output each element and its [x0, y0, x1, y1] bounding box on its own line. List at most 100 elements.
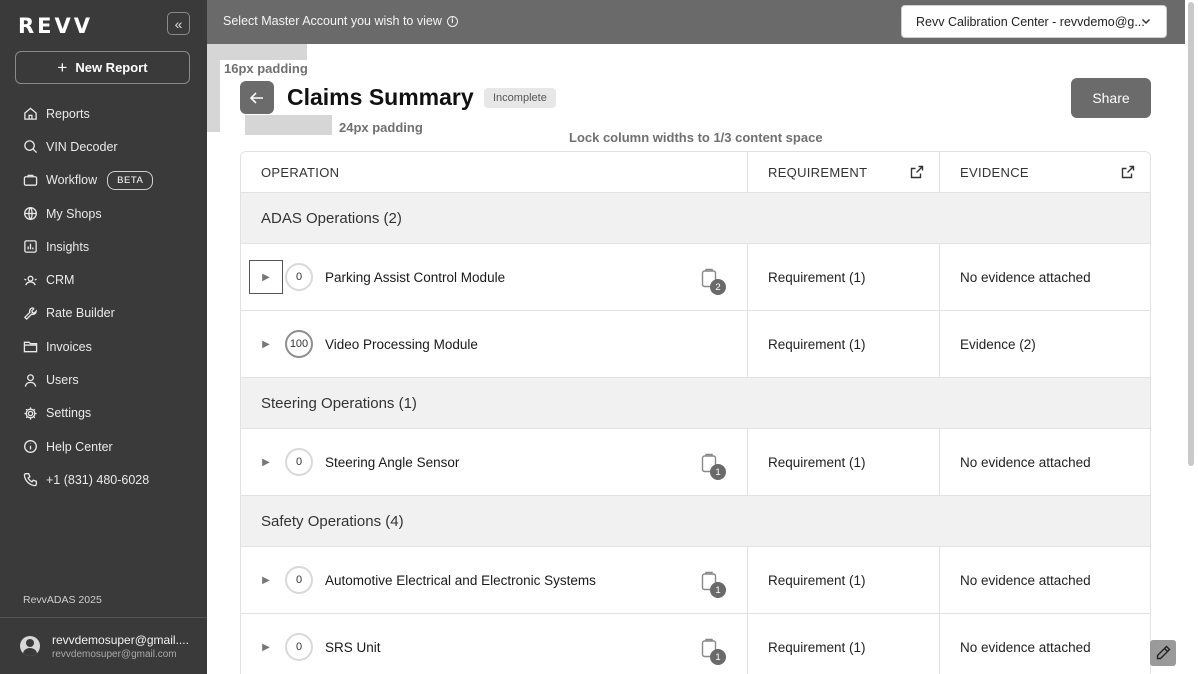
status-badge: Incomplete — [484, 88, 556, 108]
operation-name: Parking Assist Control Module — [325, 269, 506, 285]
user-account-menu[interactable]: revvdemosuper@gmail.... revvdemosuper@gm… — [0, 618, 207, 674]
master-account-label-text: Select Master Account you wish to view — [223, 14, 442, 28]
sidebar-item-rate-builder[interactable]: Rate Builder — [0, 297, 207, 330]
requirement-cell[interactable]: Requirement (1) — [747, 311, 939, 377]
external-link-icon[interactable] — [909, 164, 925, 180]
column-header-operation: OPERATION — [261, 164, 340, 180]
completion-score: 0 — [285, 448, 313, 476]
column-header-evidence: EVIDENCE — [939, 152, 1150, 192]
user-name: revvdemosuper@gmail.... — [52, 632, 189, 647]
clipboard-icon[interactable]: 1 — [701, 453, 726, 480]
collapse-sidebar-button[interactable]: « — [167, 12, 190, 35]
page-scrollbar[interactable] — [1185, 0, 1198, 674]
scrollbar-thumb[interactable] — [1188, 2, 1194, 466]
wrench-icon — [23, 306, 38, 321]
master-account-value: Revv Calibration Center - revvdemo@g... — [916, 14, 1145, 29]
sidebar-item-workflow[interactable]: Workflow BETA — [0, 164, 207, 197]
triangle-right-icon: ▶ — [262, 271, 270, 283]
padding-24-note: 24px padding — [339, 120, 423, 135]
operation-name: Steering Angle Sensor — [325, 454, 460, 470]
expand-row-button[interactable]: ▶ — [249, 630, 283, 664]
evidence-cell[interactable]: No evidence attached — [939, 244, 1150, 310]
padding-overlay-left — [207, 60, 220, 132]
table-header: OPERATION REQUIREMENT EVIDENCE — [241, 152, 1150, 193]
column-header-evidence-label: EVIDENCE — [960, 164, 1029, 180]
globe-icon — [23, 206, 38, 221]
plus-icon: + — [57, 58, 68, 77]
gear-icon — [23, 406, 38, 421]
table-row[interactable]: ▶ 0 Steering Angle Sensor 1 Requirement … — [241, 429, 1150, 496]
evidence-cell[interactable]: No evidence attached — [939, 614, 1150, 674]
triangle-right-icon: ▶ — [262, 574, 270, 586]
sidebar-item-label: Workflow — [46, 173, 98, 188]
sidebar-item-users[interactable]: Users — [0, 363, 207, 396]
padding-overlay-bottom — [245, 115, 332, 135]
expand-row-button[interactable]: ▶ — [249, 445, 283, 479]
chevron-down-icon — [1140, 15, 1152, 27]
clipboard-icon[interactable]: 2 — [701, 268, 726, 295]
sidebar-nav: Reports VIN Decoder Workflow BETA My Sho… — [0, 97, 207, 497]
external-link-icon[interactable] — [1120, 164, 1136, 180]
new-report-label: New Report — [75, 60, 148, 75]
requirement-cell[interactable]: Requirement (1) — [747, 547, 939, 613]
clipboard-icon[interactable]: 1 — [701, 571, 726, 598]
sidebar-item-label: Users — [46, 373, 79, 388]
sidebar: REVV « + New Report Reports VIN Decoder … — [0, 0, 207, 674]
sidebar-item-crm[interactable]: CRM — [0, 263, 207, 296]
evidence-cell[interactable]: Evidence (2) — [939, 311, 1150, 377]
completion-score: 0 — [285, 566, 313, 594]
sidebar-item-invoices[interactable]: Invoices — [0, 330, 207, 363]
completion-score: 100 — [285, 330, 313, 358]
app-version: RevvADAS 2025 — [23, 594, 102, 606]
eyedropper-tool-button[interactable] — [1150, 640, 1176, 666]
info-icon[interactable]: i — [446, 15, 458, 27]
padding-overlay-top — [207, 44, 307, 60]
share-button[interactable]: Share — [1071, 78, 1151, 118]
expand-row-button[interactable]: ▶ — [249, 563, 283, 597]
expand-row-button[interactable]: ▶ — [249, 260, 283, 294]
sidebar-item-label: VIN Decoder — [46, 139, 118, 154]
attachment-count: 1 — [710, 582, 726, 598]
new-report-button[interactable]: + New Report — [15, 51, 190, 84]
clipboard-icon[interactable]: 1 — [701, 638, 726, 665]
phone-icon — [23, 472, 38, 487]
sidebar-item-help-center[interactable]: Help Center — [0, 430, 207, 463]
expand-row-button[interactable]: ▶ — [249, 327, 283, 361]
evidence-cell[interactable]: No evidence attached — [939, 547, 1150, 613]
evidence-cell[interactable]: No evidence attached — [939, 429, 1150, 495]
master-account-select[interactable]: Revv Calibration Center - revvdemo@g... — [901, 5, 1167, 38]
sidebar-item-label: Insights — [46, 239, 90, 254]
sidebar-item-settings[interactable]: Settings — [0, 397, 207, 430]
sidebar-item-vin-decoder[interactable]: VIN Decoder — [0, 130, 207, 163]
requirement-cell[interactable]: Requirement (1) — [747, 614, 939, 674]
home-icon — [23, 106, 38, 121]
requirement-cell[interactable]: Requirement (1) — [747, 429, 939, 495]
table-row[interactable]: ▶ 0 Automotive Electrical and Electronic… — [241, 547, 1150, 614]
padding-16-note: 16px padding — [224, 61, 308, 76]
table-row[interactable]: ▶ 0 Parking Assist Control Module 2 Requ… — [241, 244, 1150, 311]
requirement-cell[interactable]: Requirement (1) — [747, 244, 939, 310]
arrow-left-icon — [249, 91, 263, 104]
sidebar-item-my-shops[interactable]: My Shops — [0, 197, 207, 230]
group-row-safety: Safety Operations (4) — [241, 496, 1150, 547]
sidebar-item-label: CRM — [46, 273, 75, 288]
back-button[interactable] — [240, 81, 274, 114]
sidebar-item-label: Settings — [46, 406, 92, 421]
group-row-adas: ADAS Operations (2) — [241, 193, 1150, 244]
table-row[interactable]: ▶ 0 SRS Unit 1 Requirement (1) No eviden… — [241, 614, 1150, 674]
triangle-right-icon: ▶ — [262, 456, 270, 468]
revv-logo[interactable]: REVV — [18, 14, 93, 38]
beta-badge: BETA — [107, 170, 154, 190]
completion-score: 0 — [285, 263, 313, 291]
sidebar-item-reports[interactable]: Reports — [0, 97, 207, 130]
table-row[interactable]: ▶ 100 Video Processing Module Requiremen… — [241, 311, 1150, 378]
sidebar-item-label: Invoices — [46, 339, 92, 354]
operation-name: SRS Unit — [325, 639, 381, 655]
sidebar-item-insights[interactable]: Insights — [0, 230, 207, 263]
sidebar-item-phone[interactable]: +1 (831) 480-6028 — [0, 463, 207, 496]
user-email: revvdemosuper@gmail.com — [52, 648, 177, 660]
top-bar: Select Master Account you wish to view i… — [207, 0, 1185, 44]
sidebar-item-label: My Shops — [46, 206, 102, 221]
triangle-right-icon: ▶ — [262, 338, 270, 350]
avatar — [20, 636, 40, 656]
